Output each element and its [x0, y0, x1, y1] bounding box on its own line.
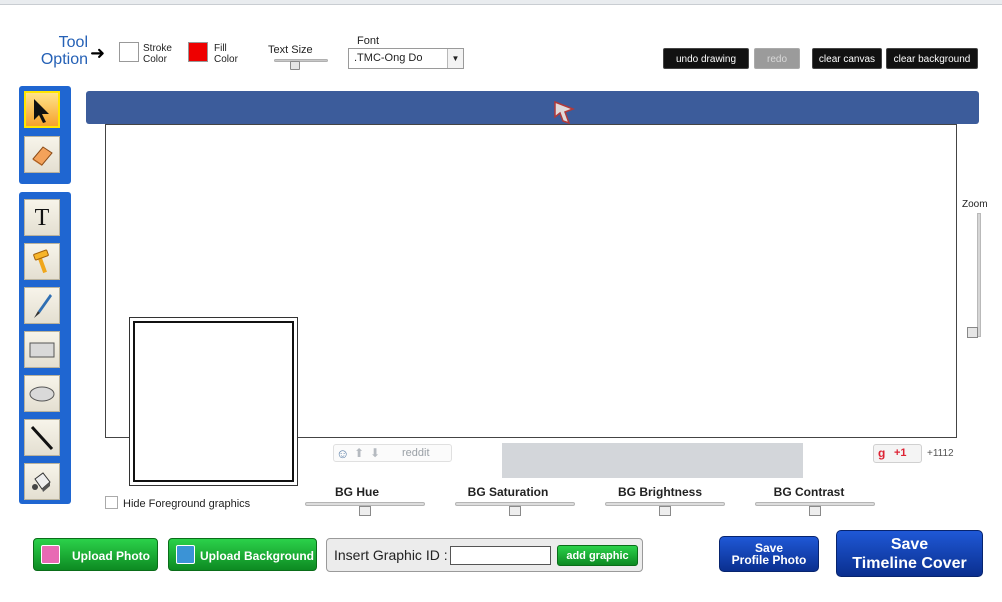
browser-top-strip: [0, 0, 1002, 5]
rectangle-icon: [29, 342, 55, 358]
upload-background-button[interactable]: Upload Background: [168, 538, 317, 571]
landscape-image-icon: [176, 545, 195, 564]
eraser-icon: [32, 146, 53, 166]
user-photo-icon: [41, 545, 60, 564]
tool-option-line2: Option: [40, 51, 88, 68]
bg-contrast-thumb[interactable]: [809, 506, 821, 516]
zoom-slider[interactable]: [977, 213, 981, 337]
reddit-alien-icon: ☺: [336, 446, 350, 461]
stroke-color-swatch[interactable]: [119, 42, 139, 62]
google-g-icon: g: [878, 446, 886, 460]
undo-drawing-button[interactable]: undo drawing: [663, 48, 749, 69]
add-graphic-button[interactable]: add graphic: [557, 545, 638, 566]
drawing-toolbar: T: [19, 192, 71, 504]
text-size-slider-thumb[interactable]: [290, 61, 300, 70]
bg-hue-label: BG Hue: [334, 485, 379, 499]
upload-photo-label: Upload Photo: [72, 549, 150, 563]
reddit-widget[interactable]: ☺ ⬆ ⬇ reddit: [333, 444, 452, 462]
ellipse-icon: [29, 386, 55, 402]
chevron-down-icon[interactable]: ▼: [447, 49, 463, 68]
select-arrow-icon: [34, 99, 49, 123]
downvote-icon[interactable]: ⬇: [370, 446, 380, 460]
hammer-icon: [33, 249, 49, 274]
upload-background-label: Upload Background: [200, 549, 315, 563]
bg-saturation-thumb[interactable]: [509, 506, 521, 516]
ad-placeholder: [502, 443, 803, 478]
line-tool-button[interactable]: [24, 419, 60, 456]
cursor-icon: [554, 100, 576, 125]
text-tool-button[interactable]: T: [24, 199, 60, 236]
cover-banner[interactable]: [86, 91, 979, 125]
insert-graphic-panel: Insert Graphic ID : add graphic: [326, 538, 643, 572]
save-timeline-cover-button[interactable]: Save Timeline Cover: [836, 530, 983, 577]
text-size-label: Text Size: [268, 44, 313, 56]
eraser-tool-button[interactable]: [24, 136, 60, 173]
gplus-count: +1112: [927, 448, 954, 459]
tool-option-title: Tool Option: [28, 34, 88, 68]
hide-foreground-checkbox[interactable]: [105, 496, 118, 509]
clear-canvas-button[interactable]: clear canvas: [812, 48, 882, 69]
upvote-icon[interactable]: ⬆: [354, 446, 364, 460]
insert-graphic-label: Insert Graphic ID :: [334, 547, 448, 563]
clear-background-button[interactable]: clear background: [886, 48, 978, 69]
graphic-id-input[interactable]: [450, 546, 551, 565]
brush-tool-button[interactable]: [24, 287, 60, 324]
arrow-right-icon: ➜: [90, 43, 106, 63]
font-label: Font: [357, 35, 380, 47]
bg-contrast-label: BG Contrast: [773, 485, 845, 499]
save-profile-line2: Profile Photo: [731, 553, 807, 567]
google-plus-button[interactable]: g +1: [873, 444, 922, 463]
tool-option-line1: Tool: [58, 34, 88, 51]
zoom-slider-thumb[interactable]: [967, 327, 978, 338]
selection-toolbar: [19, 86, 71, 184]
select-tool-button[interactable]: [24, 91, 60, 128]
ellipse-tool-button[interactable]: [24, 375, 60, 412]
stroke-color-label: Stroke Color: [143, 43, 172, 65]
fill-color-label: Fill Color: [214, 43, 238, 65]
reddit-label: reddit: [402, 447, 430, 459]
text-size-slider[interactable]: [274, 59, 328, 62]
hide-foreground-label: Hide Foreground graphics: [123, 498, 251, 510]
bg-saturation-label: BG Saturation: [467, 485, 549, 499]
save-cover-line1: Save: [890, 536, 929, 553]
paint-bucket-icon: [32, 472, 51, 492]
rectangle-tool-button[interactable]: [24, 331, 60, 368]
bg-brightness-thumb[interactable]: [659, 506, 671, 516]
font-select-value: .TMC-Ong Do: [354, 52, 423, 64]
text-tool-icon: T: [34, 205, 50, 231]
line-icon: [30, 425, 54, 451]
bg-hue-thumb[interactable]: [359, 506, 371, 516]
fill-color-swatch[interactable]: [188, 42, 208, 62]
bg-brightness-label: BG Brightness: [617, 485, 702, 499]
save-cover-line2: Timeline Cover: [852, 555, 967, 572]
paint-bucket-tool-button[interactable]: [24, 463, 60, 500]
hammer-tool-button[interactable]: [24, 243, 60, 280]
profile-photo-area[interactable]: [133, 321, 294, 482]
font-select[interactable]: .TMC-Ong Do ▼: [348, 48, 464, 69]
zoom-label: Zoom: [962, 199, 988, 210]
save-profile-photo-button[interactable]: Save Profile Photo: [719, 536, 819, 572]
gplus-label: +1: [894, 447, 907, 459]
brush-icon: [34, 294, 52, 318]
redo-button[interactable]: redo: [754, 48, 800, 69]
upload-photo-button[interactable]: Upload Photo: [33, 538, 158, 571]
